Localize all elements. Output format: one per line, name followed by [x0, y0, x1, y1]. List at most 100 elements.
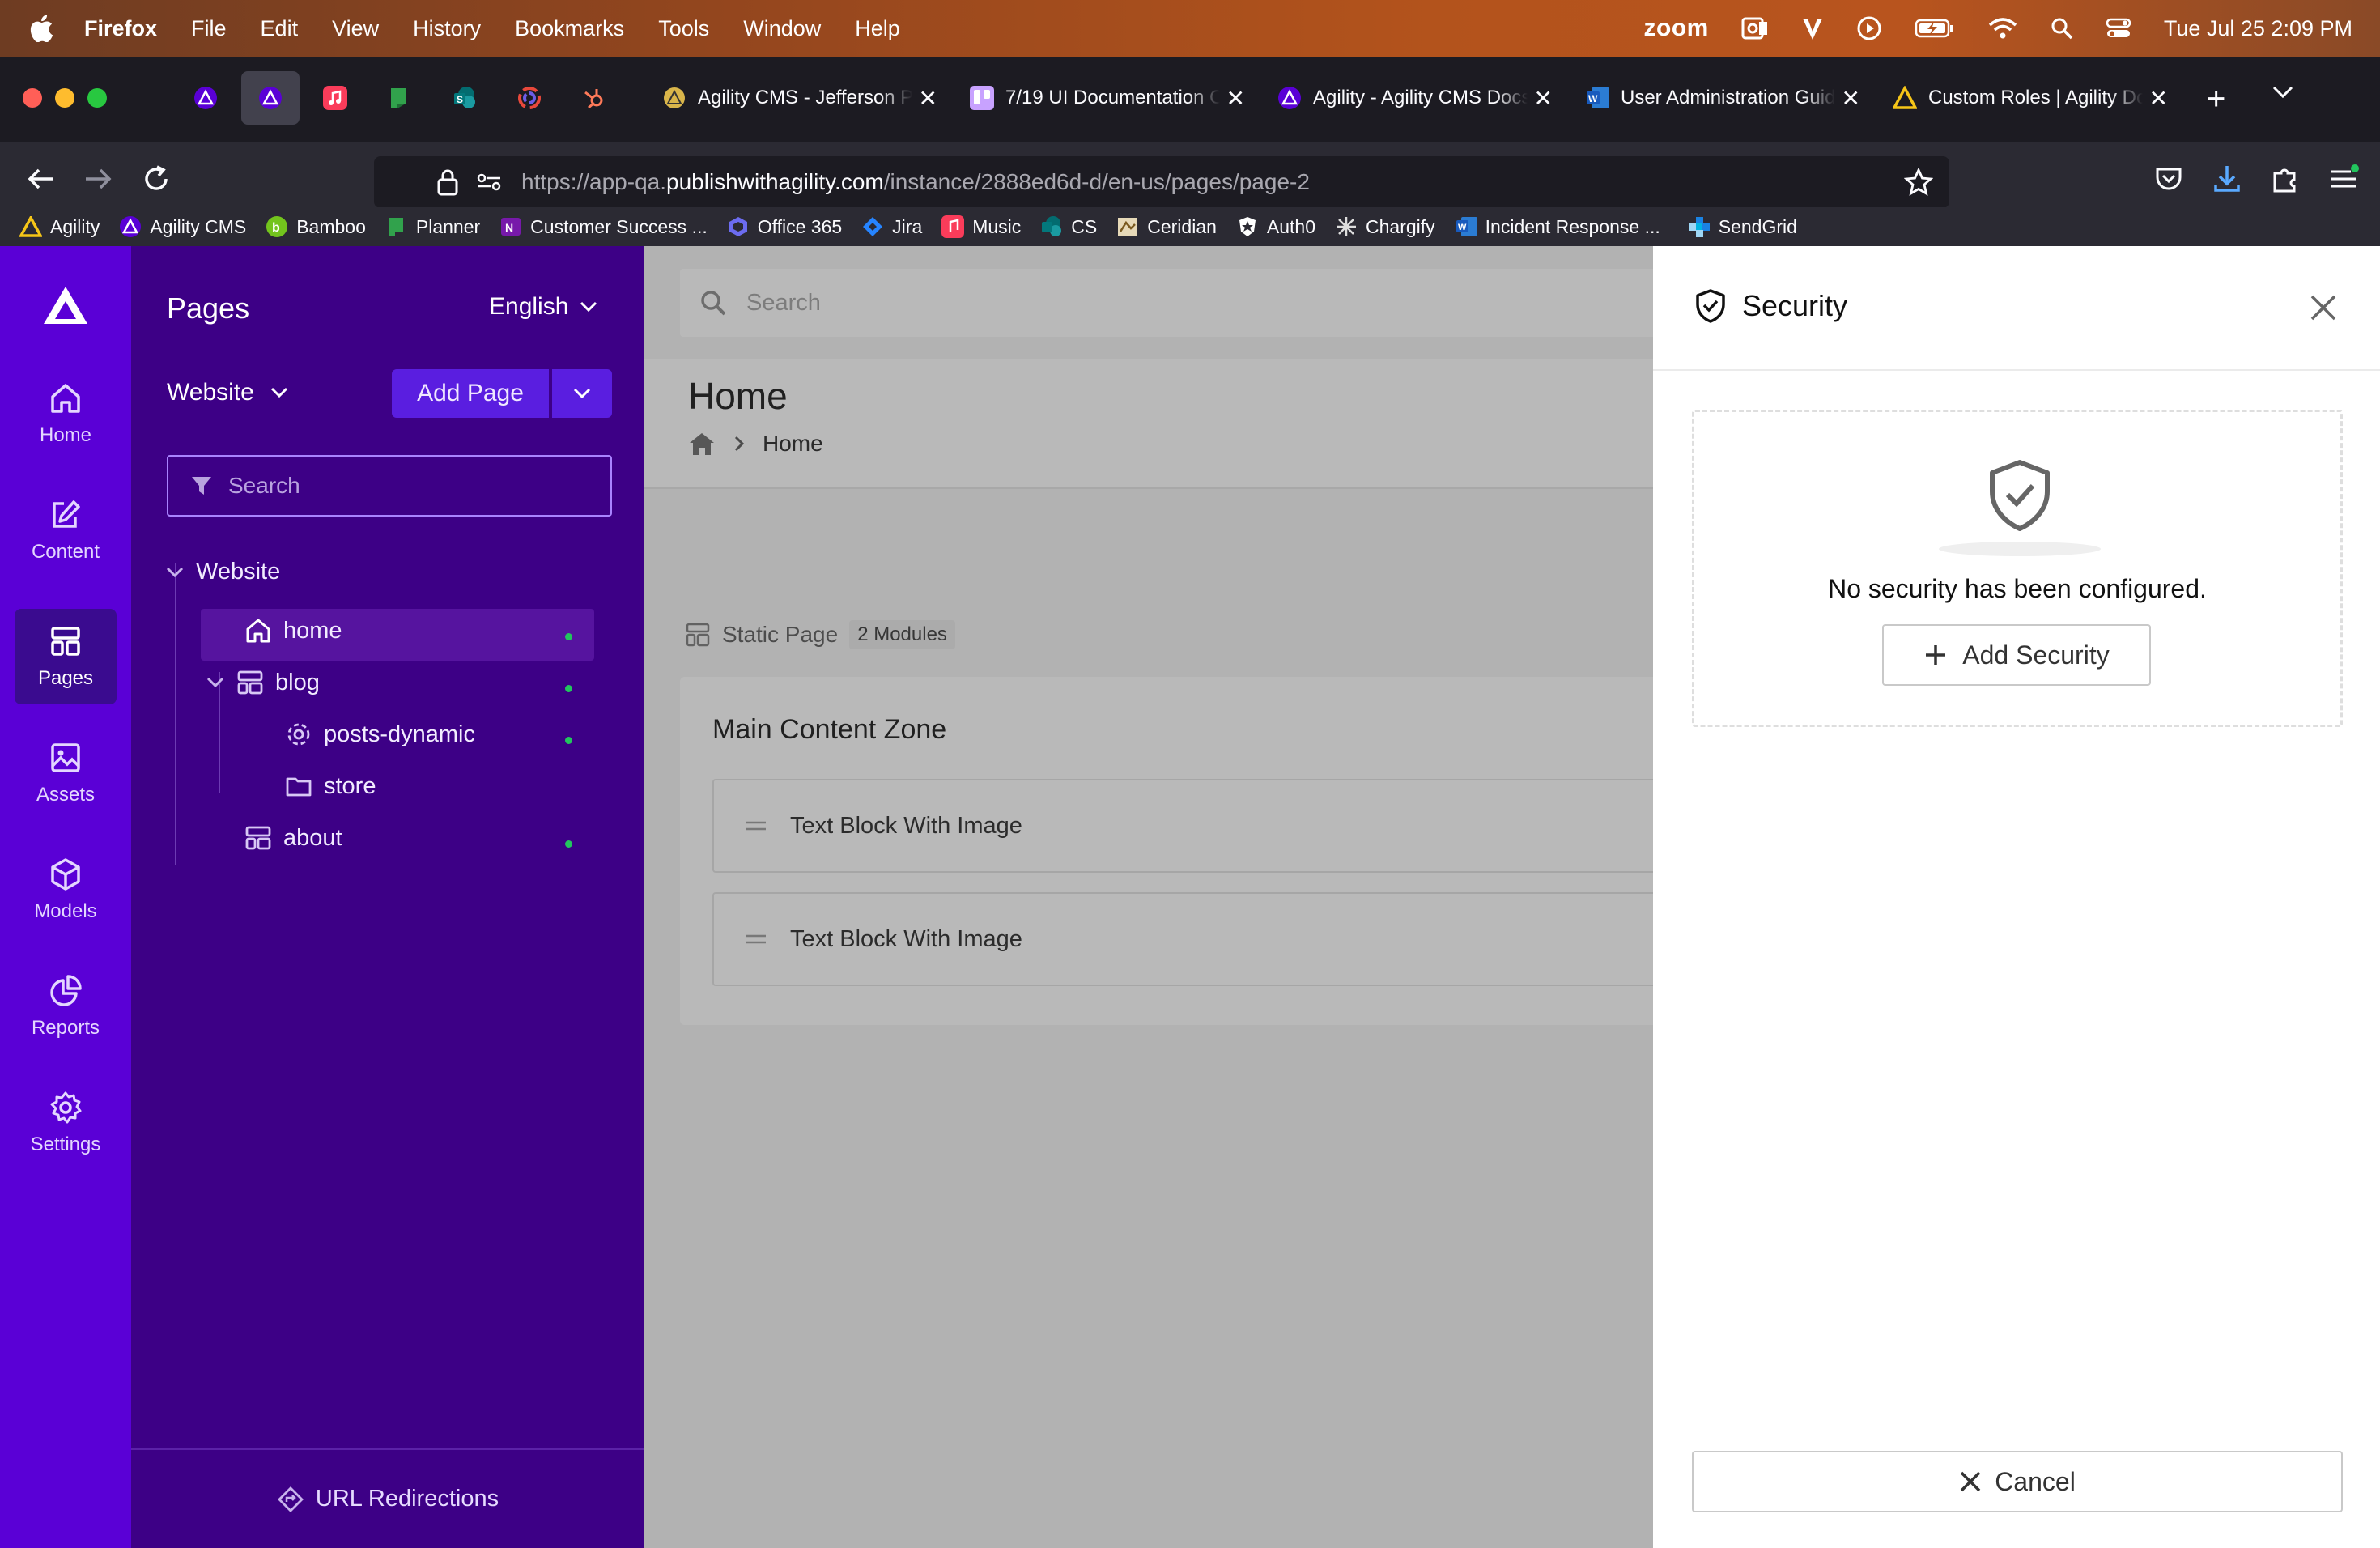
back-arrow-icon[interactable]	[24, 162, 58, 196]
bookmark-incident-response[interactable]: W Incident Response ...	[1455, 215, 1660, 238]
play-status-icon[interactable]	[1856, 15, 1882, 41]
zoom-status-icon[interactable]: zoom	[1644, 15, 1709, 42]
rail-item-models[interactable]: Models	[15, 842, 117, 938]
url-text: https://app-qa.publishwithagility.com/in…	[521, 169, 1310, 195]
rail-item-settings[interactable]: Settings	[15, 1075, 117, 1171]
rail-item-pages[interactable]: Pages	[15, 609, 117, 704]
menu-edit[interactable]: Edit	[261, 16, 299, 41]
minimize-window-button[interactable]	[55, 88, 74, 108]
bookmark-ceridian[interactable]: Ceridian	[1116, 215, 1217, 238]
tab-custom-roles[interactable]: Custom Roles | Agility Docs ✕	[1893, 71, 2168, 125]
clock[interactable]: Tue Jul 25 2:09 PM	[2164, 16, 2352, 41]
bookmark-agility[interactable]: Agility	[19, 215, 100, 238]
menu-tools[interactable]: Tools	[658, 16, 709, 41]
new-tab-icon[interactable]: +	[2207, 81, 2225, 117]
published-status-dot	[565, 840, 572, 848]
rail-item-content[interactable]: Content	[15, 483, 117, 578]
menu-app-name[interactable]: Firefox	[84, 16, 157, 41]
rail-item-reports[interactable]: Reports	[15, 959, 117, 1054]
tree-node-blog[interactable]: blog	[206, 669, 320, 696]
bookmark-sendgrid[interactable]: SendGrid	[1688, 215, 1797, 238]
menu-bookmarks[interactable]: Bookmarks	[515, 16, 624, 41]
language-selector[interactable]: English	[489, 293, 597, 321]
zoom-window-button[interactable]	[87, 88, 107, 108]
tree-node-posts-dynamic[interactable]: posts-dynamic	[285, 721, 475, 748]
bookmark-chargify[interactable]: Chargify	[1335, 215, 1435, 238]
tree-node-label: posts-dynamic	[324, 721, 475, 747]
close-icon[interactable]	[2307, 291, 2340, 324]
downloads-icon[interactable]	[2210, 162, 2244, 196]
tab-ui-documentation[interactable]: 7/19 UI Documentation Overview ✕	[970, 71, 1245, 125]
bookmark-office-365[interactable]: Office 365	[727, 215, 842, 238]
reload-icon[interactable]	[139, 162, 173, 196]
bookmark-label: Agility	[50, 215, 100, 237]
pinned-tab-agility-2[interactable]	[241, 71, 300, 125]
svg-text:S: S	[457, 94, 463, 105]
forward-arrow-icon[interactable]	[81, 162, 115, 196]
pinned-tab-planner[interactable]	[371, 71, 429, 125]
bookmark-music[interactable]: Music	[941, 215, 1021, 238]
extensions-puzzle-icon[interactable]	[2268, 162, 2302, 196]
app-menu-icon[interactable]	[2327, 162, 2361, 196]
apple-logo-icon[interactable]	[29, 15, 57, 42]
menu-help[interactable]: Help	[855, 16, 900, 41]
close-window-button[interactable]	[23, 88, 42, 108]
rail-item-home[interactable]: Home	[15, 366, 117, 461]
add-page-options-button[interactable]	[552, 369, 612, 418]
tree-node-home[interactable]: home	[244, 617, 342, 644]
pinned-tab-sharepoint[interactable]: S	[436, 71, 494, 125]
close-tab-icon[interactable]: ✕	[1226, 85, 1245, 112]
tab-agility-cms-jefferson[interactable]: Agility CMS - Jefferson Pilot ✕	[662, 71, 937, 125]
bookmark-bamboo[interactable]: b Bamboo	[266, 215, 366, 238]
outlook-status-icon[interactable]	[1741, 15, 1769, 41]
wifi-icon[interactable]	[1987, 17, 2018, 40]
pocket-icon[interactable]	[2152, 162, 2186, 196]
battery-icon[interactable]	[1915, 17, 1955, 40]
menu-history[interactable]: History	[413, 16, 481, 41]
close-tab-icon[interactable]: ✕	[1534, 85, 1553, 112]
spotlight-search-icon[interactable]	[2051, 17, 2073, 40]
bookmark-star-icon[interactable]	[1904, 168, 1933, 197]
tab-user-administration-guide[interactable]: W User Administration Guide ✕	[1585, 71, 1860, 125]
bookmark-label: Chargify	[1366, 215, 1435, 237]
tree-node-store[interactable]: store	[285, 772, 376, 800]
bookmark-planner[interactable]: Planner	[385, 215, 480, 238]
vivaldi-status-icon[interactable]	[1801, 15, 1824, 41]
pinned-tab-agility-1[interactable]	[176, 71, 235, 125]
bookmark-label: Customer Success ...	[530, 215, 708, 237]
menu-file[interactable]: File	[191, 16, 227, 41]
bookmark-auth0[interactable]: Auth0	[1236, 215, 1315, 238]
cancel-button[interactable]: Cancel	[1692, 1451, 2343, 1512]
bookmark-cs[interactable]: CS	[1040, 215, 1097, 238]
menu-window[interactable]: Window	[743, 16, 821, 41]
url-redirections-link[interactable]: URL Redirections	[131, 1448, 644, 1548]
add-security-button[interactable]: Add Security	[1882, 624, 2151, 686]
chevron-down-icon	[270, 387, 288, 398]
bookmark-label: Office 365	[757, 215, 843, 237]
bookmark-customer-success[interactable]: N Customer Success ...	[499, 215, 708, 238]
tree-node-about[interactable]: about	[244, 824, 342, 852]
add-page-button[interactable]: Add Page	[392, 369, 549, 418]
close-tab-icon[interactable]: ✕	[919, 85, 937, 112]
rail-item-assets[interactable]: Assets	[15, 725, 117, 821]
padlock-icon[interactable]	[436, 168, 460, 196]
pinned-tab-hubspot[interactable]	[565, 71, 623, 125]
close-tab-icon[interactable]: ✕	[2149, 85, 2168, 112]
tab-agility-cms-docs[interactable]: Agility - Agility CMS Docs ✕	[1277, 71, 1553, 125]
control-center-icon[interactable]	[2106, 17, 2131, 40]
address-bar[interactable]: https://app-qa.publishwithagility.com/in…	[374, 156, 1949, 208]
tree-node-website[interactable]: Website	[165, 559, 280, 585]
pinned-tab-swirl[interactable]	[500, 71, 559, 125]
pinned-tab-music[interactable]	[306, 71, 364, 125]
bookmark-jira[interactable]: Jira	[861, 215, 922, 238]
close-tab-icon[interactable]: ✕	[1842, 85, 1860, 112]
bookmark-agility-cms[interactable]: Agility CMS	[119, 215, 246, 238]
modal-backdrop[interactable]	[644, 246, 1655, 1548]
sitemap-selector[interactable]: Website	[167, 379, 288, 406]
menu-view[interactable]: View	[332, 16, 379, 41]
list-all-tabs-icon[interactable]	[2272, 84, 2294, 100]
site-permissions-icon[interactable]	[476, 172, 502, 192]
agility-logo-icon[interactable]	[40, 283, 91, 327]
sitemap-label: Website	[167, 379, 254, 406]
page-tree-search-input[interactable]: Search	[167, 455, 612, 517]
